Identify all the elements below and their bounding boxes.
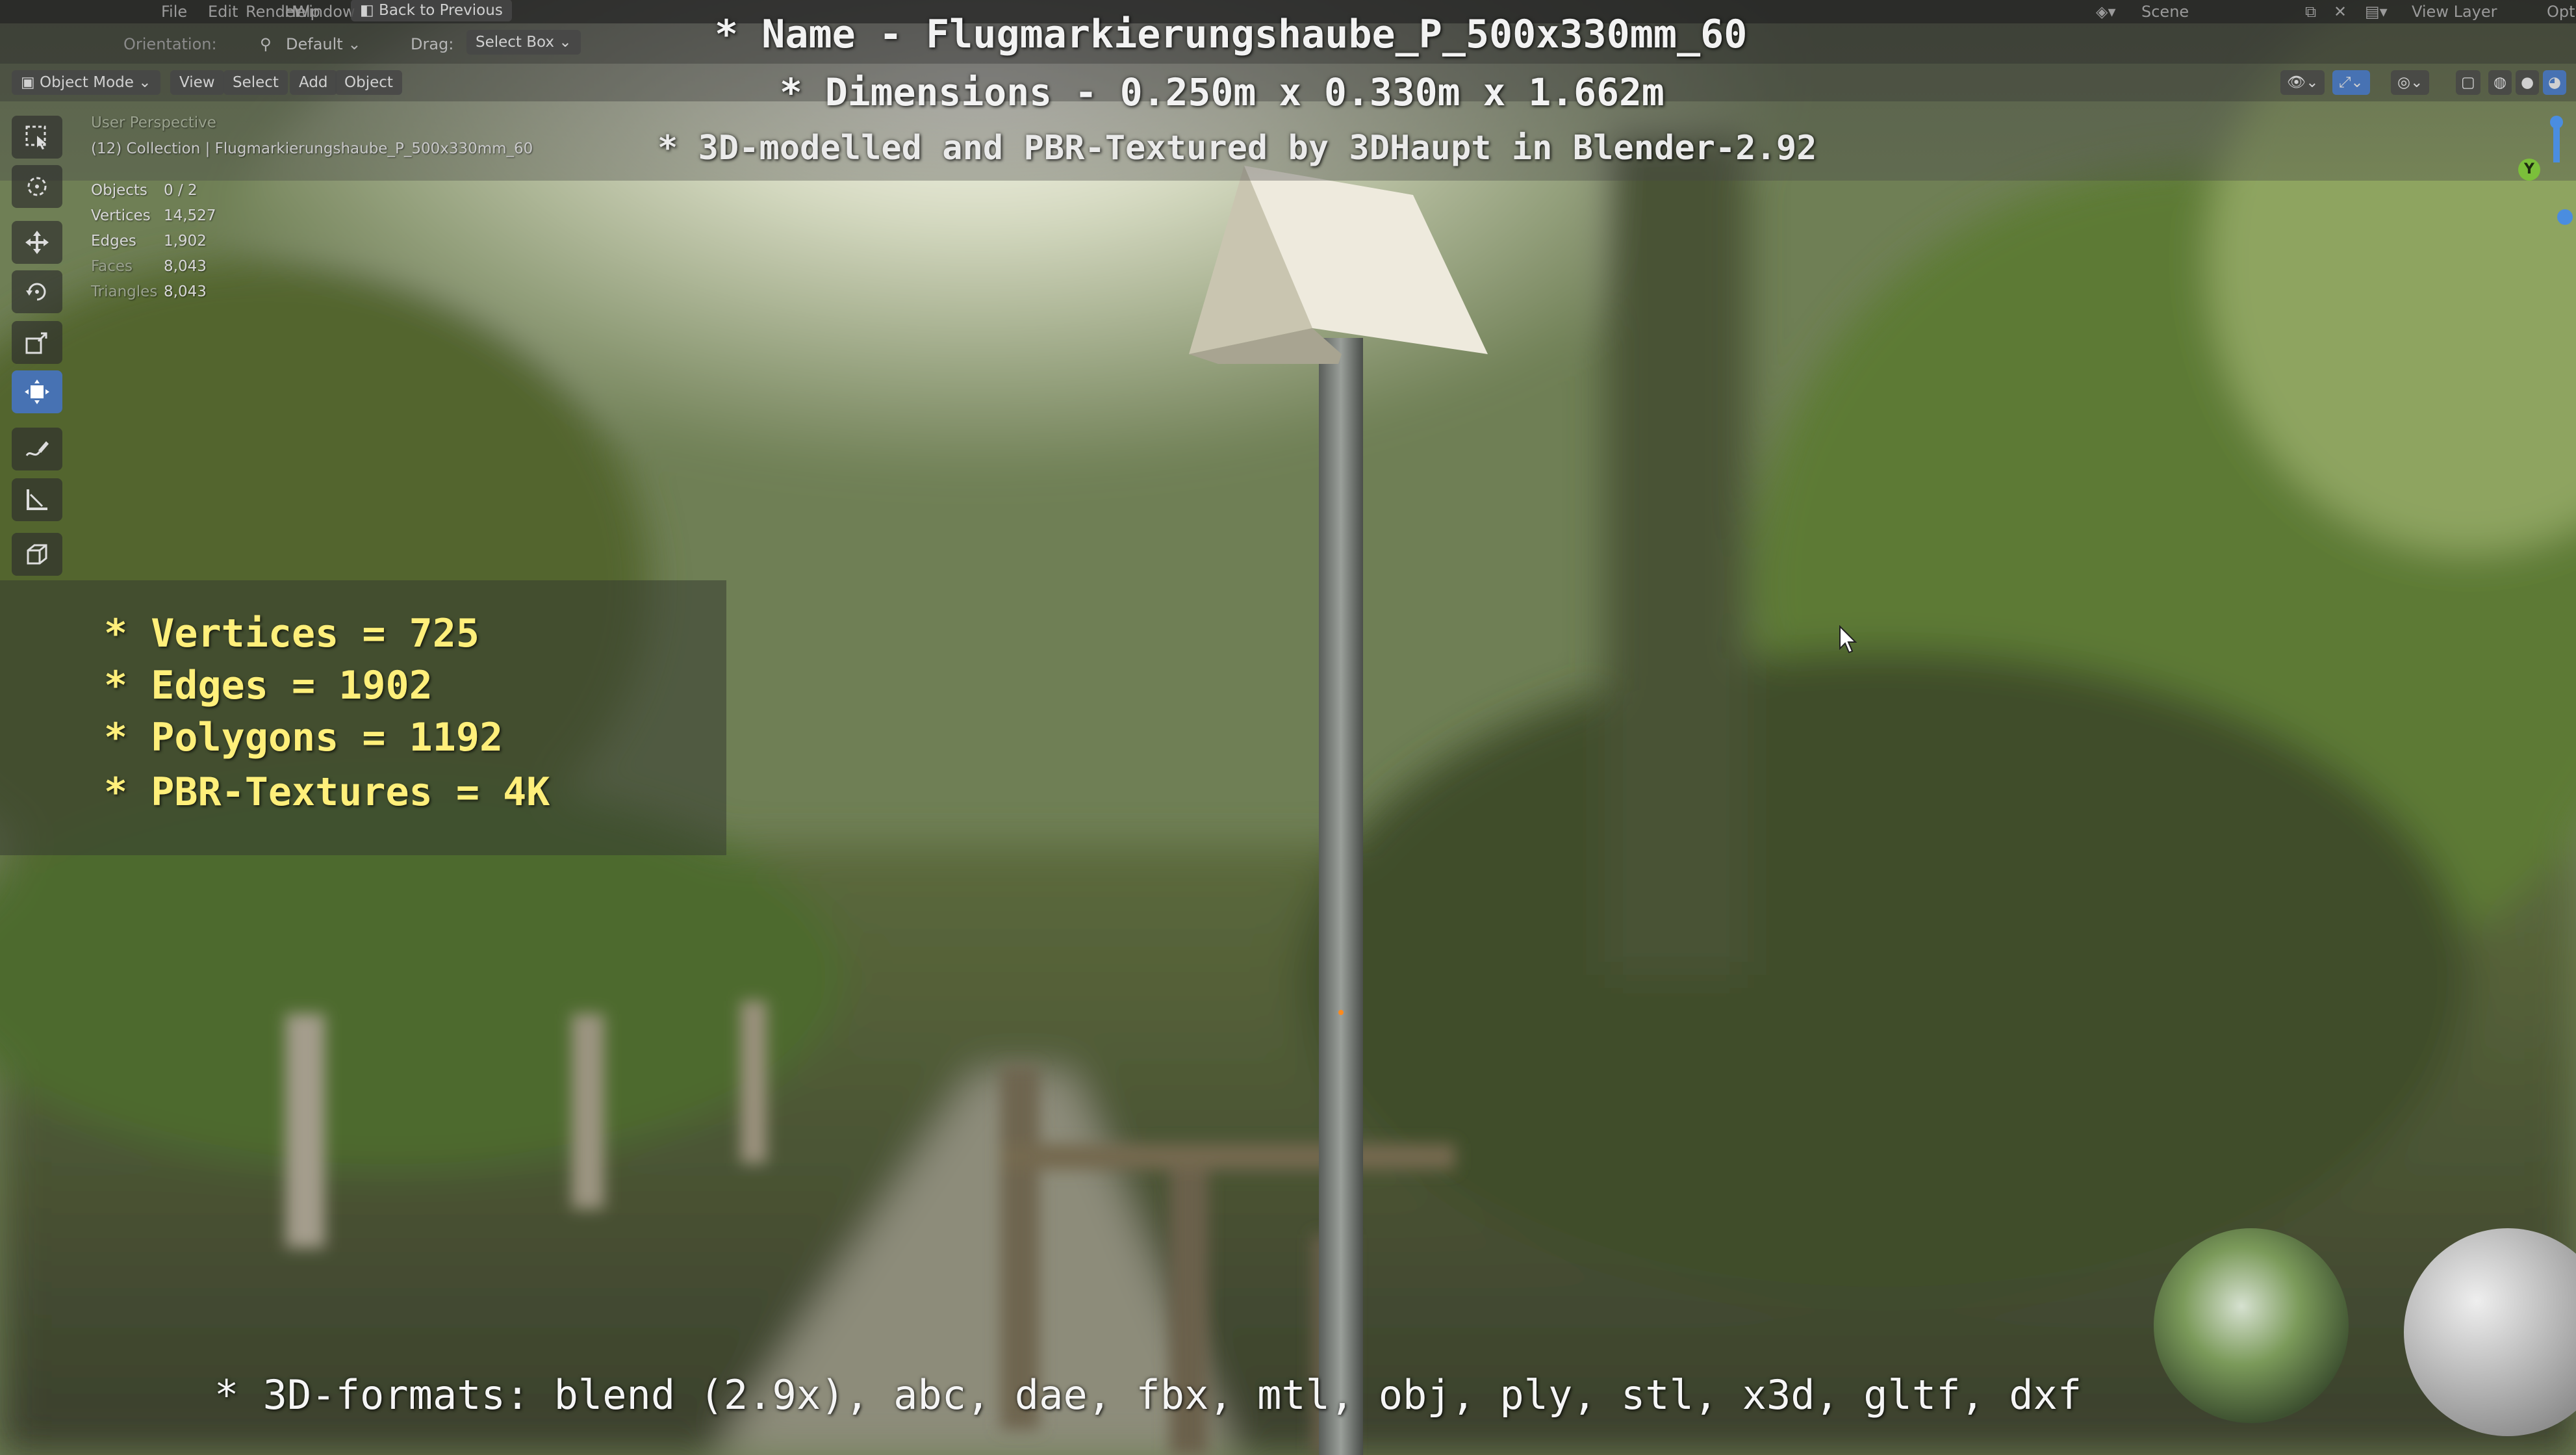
move-icon <box>25 231 49 254</box>
menu-select[interactable]: Select <box>223 70 288 95</box>
annotate-icon <box>25 441 49 456</box>
scale-icon <box>25 332 47 354</box>
objects-label: Objects <box>91 182 147 199</box>
drag-dropdown[interactable]: Select Box ⌄ <box>466 30 581 55</box>
back-icon: ◧ <box>360 2 379 19</box>
menu-edit[interactable]: Edit <box>208 0 238 23</box>
menu-object[interactable]: Object <box>335 70 402 95</box>
stat-edges: * Edges = 1902 <box>104 663 433 708</box>
select-box-icon <box>25 125 46 149</box>
stat-pbr-textures: * PBR-Textures = 4K <box>104 769 550 815</box>
stat-polygons: * Polygons = 1192 <box>104 715 504 760</box>
overlay-name-line: * Name - Flugmarkierungshaube_P_500x330m… <box>715 12 1748 57</box>
gizmo-toggle-icon[interactable]: ⤢⌄ <box>2332 70 2370 95</box>
view-layer-label[interactable]: View Layer <box>2412 0 2497 23</box>
edges-value: 1,902 <box>164 233 207 250</box>
perspective-label: User Perspective <box>91 114 216 131</box>
pivot-dropdown[interactable]: Default ⌄ <box>286 35 361 53</box>
add-cube-icon <box>27 544 47 565</box>
annotate-tool[interactable] <box>12 428 62 470</box>
faces-label: Faces <box>91 258 133 275</box>
triangles-value: 8,043 <box>164 283 207 300</box>
collection-label: (12) Collection | Flugmarkierungshaube_P… <box>91 140 533 157</box>
mode-dropdown[interactable]: ▣ Object Mode ⌄ <box>12 70 160 95</box>
overlay-credit-line: * 3D-modelled and PBR-Textured by 3DHaup… <box>657 129 1817 168</box>
rendered-shading-icon[interactable]: ◕ <box>2543 70 2567 95</box>
gizmo-y-handle[interactable]: Y <box>2518 159 2540 181</box>
chevron-down-icon: ⌄ <box>348 35 361 53</box>
objects-value: 0 / 2 <box>164 182 198 199</box>
menu-view[interactable]: View <box>170 70 224 95</box>
copy-scene-icon[interactable]: ⧉ <box>2305 0 2316 23</box>
chevron-down-icon: ⌄ <box>138 74 151 91</box>
overlay-formats-line: * 3D-formats: blend (2.9x), abc, dae, fb… <box>214 1371 2082 1419</box>
transform-icon <box>25 380 49 404</box>
scene-label[interactable]: Scene <box>2141 0 2189 23</box>
measure-icon <box>27 489 47 510</box>
options-label[interactable]: Opti <box>2547 0 2576 23</box>
scale-tool[interactable] <box>12 321 62 364</box>
chevron-down-icon: ⌄ <box>559 34 572 51</box>
transform-tool[interactable] <box>12 370 62 413</box>
object-mode-icon: ▣ <box>21 74 40 91</box>
stat-vertices: * Vertices = 725 <box>104 611 479 656</box>
gizmo-z-handle[interactable] <box>2550 116 2563 129</box>
cursor-icon <box>27 177 47 196</box>
drag-label: Drag: <box>411 35 454 53</box>
cursor-tool[interactable] <box>12 165 62 208</box>
menu-help[interactable]: Help <box>285 0 320 23</box>
3d-viewport[interactable]: File Edit Render Window Help ◧ Back to P… <box>0 0 2576 1455</box>
close-scene-icon[interactable]: ✕ <box>2334 0 2347 23</box>
pivot-icon: ⚲ <box>260 35 272 53</box>
measure-tool[interactable] <box>12 478 62 521</box>
gizmo-neg-z-handle[interactable] <box>2557 209 2573 225</box>
add-cube-tool[interactable] <box>12 533 62 576</box>
mouse-pointer-icon <box>1839 625 1857 654</box>
menu-file[interactable]: File <box>161 0 187 23</box>
xray-icon[interactable]: ▢ <box>2456 70 2480 95</box>
vertices-value: 14,527 <box>164 207 216 224</box>
orientation-label: Orientation: <box>123 35 217 53</box>
select-box-tool[interactable] <box>12 116 62 159</box>
overlays-icon[interactable]: ◎⌄ <box>2391 70 2430 95</box>
move-tool[interactable] <box>12 221 62 264</box>
wireframe-shading-icon[interactable]: ◍ <box>2488 70 2512 95</box>
rotate-icon <box>26 283 46 301</box>
solid-shading-icon[interactable]: ● <box>2516 70 2540 95</box>
faces-value: 8,043 <box>164 258 207 275</box>
back-to-previous-button[interactable]: ◧ Back to Previous <box>351 0 512 21</box>
view-layer-icon[interactable]: ▤▾ <box>2365 0 2388 23</box>
triangles-label: Triangles <box>91 283 158 300</box>
scene-selector-icon[interactable]: ◈▾ <box>2096 0 2116 23</box>
rotate-tool[interactable] <box>12 270 62 313</box>
menu-add[interactable]: Add <box>290 70 337 95</box>
edges-label: Edges <box>91 233 136 250</box>
overlay-dimensions-line: * Dimensions - 0.250m x 0.330m x 1.662m <box>780 70 1664 114</box>
vertices-label: Vertices <box>91 207 151 224</box>
visibility-icon[interactable]: 👁⌄ <box>2280 70 2325 95</box>
